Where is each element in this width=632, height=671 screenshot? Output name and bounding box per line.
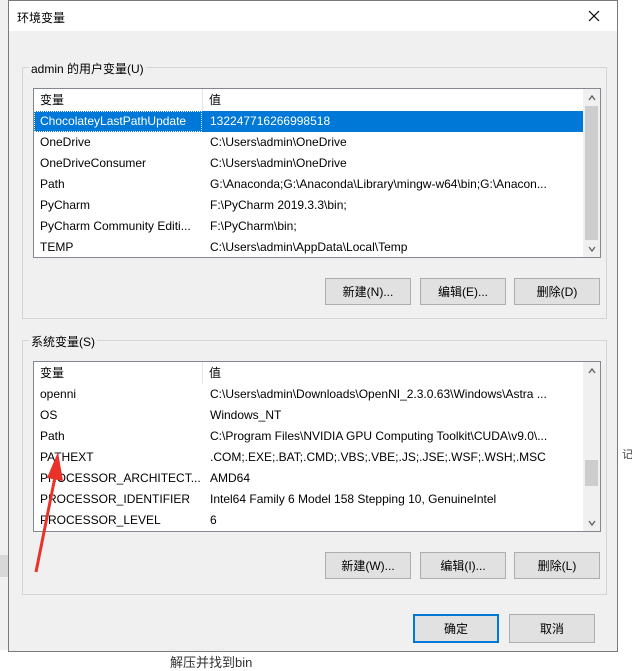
scroll-down-button[interactable] xyxy=(583,240,600,257)
variable-value-cell: Windows_NT xyxy=(210,408,282,422)
user-delete-button[interactable]: 删除(D) xyxy=(514,278,600,305)
table-row[interactable]: PyCharm F:\PyCharm 2019.3.3\bin; xyxy=(34,195,583,216)
table-row[interactable]: TEMP C:\Users\admin\AppData\Local\Temp xyxy=(34,237,583,257)
column-header-value[interactable]: 值 xyxy=(203,362,583,384)
table-row[interactable]: PROCESSOR_LEVEL 6 xyxy=(34,510,583,531)
system-delete-button[interactable]: 删除(L) xyxy=(514,552,600,579)
scroll-up-button[interactable] xyxy=(583,362,600,379)
background-glyph: 记 xyxy=(622,449,632,461)
background-window-bottom xyxy=(0,650,632,666)
environment-variables-dialog: 环境变量 admin 的用户变量(U) 变量 值 ChocolateyLastP… xyxy=(8,0,618,652)
close-button[interactable] xyxy=(571,1,617,31)
column-header-variable[interactable]: 变量 xyxy=(34,362,202,384)
variable-value-cell: 132247716266998518 xyxy=(210,114,331,128)
list-rows: ChocolateyLastPathUpdate 1322477162669985… xyxy=(34,111,583,257)
list-header: 变量 值 xyxy=(34,362,583,384)
user-variables-group: admin 的用户变量(U) 变量 值 ChocolateyLastPathUp… xyxy=(22,60,607,319)
user-edit-button[interactable]: 编辑(E)... xyxy=(420,278,506,305)
variable-name-cell: PATHEXT xyxy=(40,450,94,464)
list-header: 变量 值 xyxy=(34,89,583,111)
variable-name-cell: PROCESSOR_ARCHITECT... xyxy=(40,471,201,485)
variable-name-cell: PROCESSOR_LEVEL xyxy=(40,513,161,527)
variable-value-cell: 6 xyxy=(210,513,217,527)
variable-value-cell: F:\PyCharm\bin; xyxy=(210,219,297,233)
cancel-button[interactable]: 取消 xyxy=(509,614,595,643)
table-row[interactable]: Path C:\Program Files\NVIDIA GPU Computin… xyxy=(34,426,583,447)
chevron-up-icon xyxy=(587,367,596,373)
variable-name-cell: PyCharm Community Editi... xyxy=(40,219,191,233)
variable-name-cell: PyCharm xyxy=(40,198,91,212)
chevron-down-icon xyxy=(587,246,596,252)
scroll-thumb[interactable] xyxy=(585,460,598,486)
table-row[interactable]: OneDrive C:\Users\admin\OneDrive xyxy=(34,132,583,153)
table-row[interactable]: ChocolateyLastPathUpdate 1322477162669985… xyxy=(34,111,583,132)
system-variables-list[interactable]: 变量 值 openni C:\Users\admin\Downloads\Open… xyxy=(33,361,601,532)
scroll-thumb[interactable] xyxy=(585,106,598,240)
vertical-scrollbar[interactable] xyxy=(583,89,600,257)
system-variables-group: 系统变量(S) 变量 值 openni C:\Users\admin\Downlo… xyxy=(22,333,607,595)
close-icon xyxy=(588,10,600,22)
variable-value-cell: C:\Users\admin\OneDrive xyxy=(210,135,347,149)
background-text: 解压并找到bin xyxy=(170,655,253,670)
variable-value-cell: G:\Anaconda;G:\Anaconda\Library\mingw-w6… xyxy=(210,177,547,191)
variable-name-cell: OneDrive xyxy=(40,135,91,149)
table-row[interactable]: PyCharm Community Editi... F:\PyCharm\bin… xyxy=(34,216,583,237)
variable-value-cell: Intel64 Family 6 Model 158 Stepping 10, … xyxy=(210,492,497,506)
dialog-title: 环境变量 xyxy=(17,11,66,25)
variable-name-cell: OS xyxy=(40,408,58,422)
user-new-button[interactable]: 新建(N)... xyxy=(325,278,411,305)
vertical-scrollbar[interactable] xyxy=(583,362,600,531)
variable-value-cell: .COM;.EXE;.BAT;.CMD;.VBS;.VBE;.JS;.JSE;.… xyxy=(210,450,546,464)
variable-value-cell: C:\Program Files\NVIDIA GPU Computing To… xyxy=(210,429,548,443)
chevron-up-icon xyxy=(587,94,596,100)
scroll-up-button[interactable] xyxy=(583,89,600,106)
variable-name-cell: PROCESSOR_IDENTIFIER xyxy=(40,492,191,506)
table-row[interactable]: OneDriveConsumer C:\Users\admin\OneDrive xyxy=(34,153,583,174)
user-variables-list[interactable]: 变量 值 ChocolateyLastPathUpdate 13224771626… xyxy=(33,88,601,258)
variable-name-cell: ChocolateyLastPathUpdate xyxy=(34,111,202,132)
table-row[interactable]: openni C:\Users\admin\Downloads\OpenNI_2.… xyxy=(34,384,583,405)
system-new-button[interactable]: 新建(W)... xyxy=(325,552,411,579)
system-edit-button[interactable]: 编辑(I)... xyxy=(420,552,506,579)
variable-value-cell: C:\Users\admin\Downloads\OpenNI_2.3.0.63… xyxy=(210,387,547,401)
table-row[interactable]: Path G:\Anaconda;G:\Anaconda\Library\ming… xyxy=(34,174,583,195)
user-variables-label: admin 的用户变量(U) xyxy=(29,60,146,77)
ok-button[interactable]: 确定 xyxy=(413,614,499,643)
variable-name-cell: TEMP xyxy=(40,240,74,254)
title-bar: 环境变量 xyxy=(9,1,617,31)
table-row[interactable]: OS Windows_NT xyxy=(34,405,583,426)
chevron-down-icon xyxy=(587,520,596,526)
variable-name-cell: Path xyxy=(40,177,65,191)
variable-value-cell: AMD64 xyxy=(210,471,251,485)
column-header-value[interactable]: 值 xyxy=(203,89,583,111)
background-window-right xyxy=(618,0,632,666)
list-rows: openni C:\Users\admin\Downloads\OpenNI_2.… xyxy=(34,384,583,531)
table-row[interactable]: PROCESSOR_IDENTIFIER Intel64 Family 6 Mod… xyxy=(34,489,583,510)
background-window-item xyxy=(0,555,8,577)
variable-value-cell: C:\Users\admin\OneDrive xyxy=(210,156,347,170)
column-header-variable[interactable]: 变量 xyxy=(34,89,202,111)
variable-name-cell: OneDriveConsumer xyxy=(40,156,147,170)
table-row[interactable]: PATHEXT .COM;.EXE;.BAT;.CMD;.VBS;.VBE;.JS… xyxy=(34,447,583,468)
table-row[interactable]: PROCESSOR_ARCHITECT... AMD64 xyxy=(34,468,583,489)
variable-value-cell: C:\Users\admin\AppData\Local\Temp xyxy=(210,240,408,254)
variable-name-cell: openni xyxy=(40,387,77,401)
variable-name-cell: Path xyxy=(40,429,65,443)
system-variables-label: 系统变量(S) xyxy=(29,333,97,350)
scroll-down-button[interactable] xyxy=(583,514,600,531)
variable-value-cell: F:\PyCharm 2019.3.3\bin; xyxy=(210,198,347,212)
